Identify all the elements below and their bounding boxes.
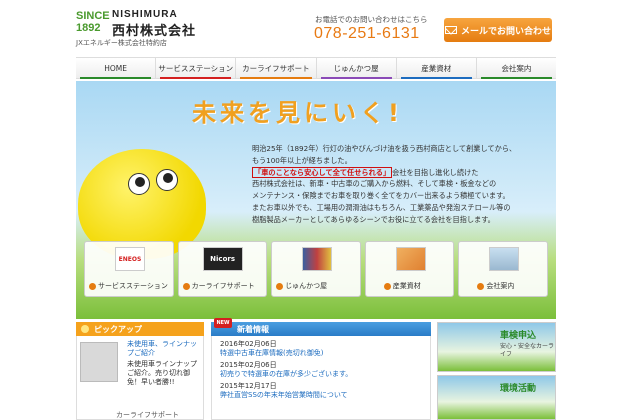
- card-label: カーライフサポート: [191, 282, 255, 290]
- nav-industrial-materials[interactable]: 産業資材: [397, 58, 477, 79]
- news-date: 2015年02月06日: [220, 361, 277, 369]
- card-label: 会社案内: [486, 282, 515, 290]
- card-label: サービスステーション: [98, 282, 168, 290]
- oil-cans-image: [302, 247, 333, 271]
- mail-icon: [444, 26, 457, 34]
- news-heading-label: 新着情報: [237, 324, 269, 334]
- banner-environment[interactable]: 環境活動: [437, 375, 556, 420]
- logo-japanese[interactable]: 西村株式会社: [112, 20, 196, 39]
- hero-banner: 未来を見にいく! 明治25年（1892年）行灯の油やびんづけ油を扱う西村商店とし…: [76, 81, 556, 319]
- arrow-icon: [276, 282, 284, 290]
- card-label-wrap: カーライフサポート: [182, 281, 255, 291]
- news-link[interactable]: 特選中古車在庫情報(売切れ御免): [220, 349, 422, 358]
- pickup-heading: ピックアップ: [76, 322, 204, 336]
- hero-text-line: またお車以外でも、工場用の潤滑油はもちろん、工業薬品や発泡スチロール等の: [252, 202, 511, 212]
- nav-underline: [80, 77, 152, 79]
- news-date: 2015年12月17日: [220, 382, 277, 390]
- banner-title: 環境活動: [500, 384, 537, 394]
- contact-phone[interactable]: 078-251-6131: [314, 25, 420, 43]
- nav-underline: [160, 77, 232, 79]
- card-label-wrap: 会社案内: [477, 281, 514, 291]
- hero-description: 明治25年（1892年）行灯の油やびんづけ油を扱う西村商店として創業してから、 …: [252, 143, 552, 226]
- hero-text-line: メンテナンス・保険までお車を取り巻く全てをカバー出来るよう積極ています。: [252, 191, 510, 201]
- nav-underline: [480, 77, 553, 79]
- nav-label: 産業資材: [421, 63, 452, 73]
- nav-label: 会社案内: [501, 63, 532, 73]
- card-service-station[interactable]: ENEOS サービスステーション: [84, 241, 174, 297]
- card-label-wrap: 産業資材: [383, 281, 421, 291]
- logo-english[interactable]: NISHIMURA: [112, 9, 178, 20]
- contact-label: お電話でのお問い合わせはこちら: [315, 15, 428, 24]
- nav-home[interactable]: HOME: [76, 58, 157, 79]
- banner-title: 車検申込: [500, 331, 537, 341]
- card-label-wrap: じゅんかつ屋: [276, 281, 327, 291]
- mascot-eye-icon: [128, 173, 150, 195]
- news-item[interactable]: 2016年02月06日 特選中古車在庫情報(売切れ御免): [220, 340, 422, 358]
- pickup-description: 未使用車ラインナップご紹介。売り切れ御免！早い者勝!!: [127, 360, 197, 386]
- pickup-footer-link[interactable]: カーライフサポート: [116, 410, 179, 420]
- news-item[interactable]: 2015年02月06日 初売りで特選車の在庫が多少ございます。: [220, 361, 422, 379]
- building-image: [489, 247, 520, 271]
- nav-carlife-support[interactable]: カーライフサポート: [236, 58, 317, 79]
- nav-junkatsuya[interactable]: じゅんかつ屋: [317, 58, 397, 79]
- hero-text-line: 樹脂製品メーカーとしてあらゆるシーンでお役に立てる会社を目指します。: [252, 214, 495, 224]
- nav-underline: [240, 77, 312, 79]
- arrow-icon: [89, 282, 96, 290]
- pickup-car-image[interactable]: [80, 342, 118, 382]
- news-heading: NEW 新着情報: [211, 318, 431, 336]
- hero-highlight: 「車のことなら安心して全て任せられる」: [252, 166, 393, 178]
- mail-contact-label: メールでお問い合わせ: [460, 26, 551, 37]
- card-label-wrap: サービスステーション: [89, 281, 168, 291]
- card-junkatsuya[interactable]: じゅんかつ屋: [271, 241, 361, 297]
- nav-label: カーライフサポート: [242, 63, 310, 73]
- arrow-icon: [182, 282, 190, 290]
- nav-label: HOME: [104, 63, 127, 73]
- eneos-logo: ENEOS: [115, 247, 145, 271]
- pickup-body: 未使用車、ラインナップご紹介 未使用車ラインナップご紹介。売り切れ御免！早い者勝…: [76, 336, 204, 420]
- card-industrial-materials[interactable]: 産業資材: [364, 241, 455, 297]
- pickup-title-link[interactable]: 未使用車、ラインナップご紹介: [127, 340, 203, 358]
- new-badge: NEW: [214, 318, 232, 328]
- hero-title: 未来を見にいく!: [192, 99, 403, 127]
- service-cards: ENEOS サービスステーション Nicors カーライフサポート じゅんかつ屋…: [84, 241, 548, 297]
- arrow-icon: [477, 282, 485, 290]
- card-label: 産業資材: [392, 282, 421, 290]
- hero-text-line: 西村株式会社は、新車・中古車のご購入から燃料、そして車検・板金などの: [252, 179, 497, 189]
- news-link[interactable]: 弊社直営SSの年末年始営業時間について: [220, 391, 422, 400]
- nicors-logo: Nicors: [202, 247, 243, 271]
- news-link[interactable]: 初売りで特選車の在庫が多少ございます。: [220, 370, 422, 379]
- main-nav: HOME サービスステーション カーライフサポート じゅんかつ屋 産業資材 会社…: [76, 57, 556, 79]
- nav-label: じゅんかつ屋: [333, 63, 379, 73]
- hero-text-line: 明治25年（1892年）行灯の油やびんづけ油を扱う西村商店として創業してから、: [252, 144, 517, 153]
- banner-shaken[interactable]: 車検申込 安心・安全なカーライフ: [437, 322, 556, 372]
- logo-subtitle: JXエネルギー株式会社特約店: [76, 39, 167, 47]
- news-item[interactable]: 2015年12月17日 弊社直営SSの年末年始営業時間について: [220, 382, 422, 400]
- nav-label: サービスステーション: [158, 63, 234, 73]
- news-list: 2016年02月06日 特選中古車在庫情報(売切れ御免) 2015年02月06日…: [211, 336, 431, 420]
- nav-service-station[interactable]: サービスステーション: [156, 58, 237, 79]
- card-label: じゅんかつ屋: [285, 282, 328, 290]
- mail-contact-button[interactable]: メールでお問い合わせ: [444, 18, 552, 42]
- nav-underline: [320, 77, 392, 79]
- materials-image: [395, 247, 426, 271]
- header: SINCE 1892 NISHIMURA 西村株式会社 JXエネルギー株式会社特…: [0, 0, 640, 56]
- arrow-icon: [383, 282, 391, 290]
- card-carlife-support[interactable]: Nicors カーライフサポート: [177, 241, 268, 297]
- logo-since: SINCE 1892: [76, 10, 110, 34]
- news-date: 2016年02月06日: [220, 340, 277, 348]
- banner-subtitle: 安心・安全なカーライフ: [500, 343, 555, 358]
- mascot-eye-icon: [156, 169, 178, 191]
- hero-text-line: 「車のことなら安心して全て任せられる」 会社を目指し進化し続けた: [252, 166, 552, 179]
- nav-company[interactable]: 会社案内: [477, 58, 556, 79]
- hero-text-line: もう100年以上が経ちました。: [252, 155, 352, 165]
- card-company[interactable]: 会社案内: [458, 241, 548, 297]
- hero-text-fragment: 会社を目指し進化し続けた: [392, 167, 479, 177]
- nav-underline: [400, 77, 472, 79]
- news-section: NEW 新着情報 2016年02月06日 特選中古車在庫情報(売切れ御免) 20…: [211, 318, 431, 420]
- pickup-section: ピックアップ 未使用車、ラインナップご紹介 未使用車ラインナップご紹介。売り切れ…: [76, 322, 204, 420]
